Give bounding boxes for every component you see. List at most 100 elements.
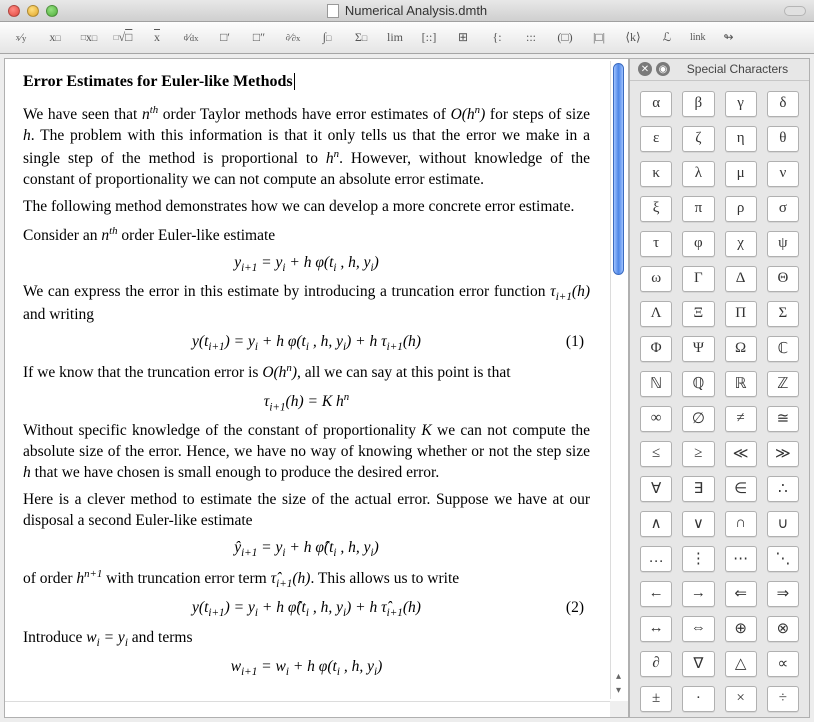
symbol-button[interactable]: δ [767,91,799,117]
piecewise-button[interactable]: {: [486,28,508,48]
vertical-scrollbar[interactable]: ▴ ▾ [610,61,626,699]
symbol-button[interactable]: ∇ [682,651,714,677]
panel-close-icon[interactable]: ✕ [638,62,652,76]
symbol-button[interactable]: ω [640,266,672,292]
symbol-button[interactable]: ⋮ [682,546,714,572]
symbol-button[interactable]: · [682,686,714,712]
symbol-button[interactable]: Δ [725,266,757,292]
symbol-button[interactable]: ψ [767,231,799,257]
symbol-button[interactable]: ξ [640,196,672,222]
symbol-button[interactable]: λ [682,161,714,187]
symbol-button[interactable]: → [682,581,714,607]
symbol-button[interactable]: ≫ [767,441,799,467]
symbol-button[interactable]: π [682,196,714,222]
symbol-button[interactable]: ≠ [725,406,757,432]
symbol-button[interactable]: ∝ [767,651,799,677]
symbol-button[interactable]: ≤ [640,441,672,467]
close-window-button[interactable] [8,5,20,17]
resize-corner[interactable] [610,701,628,717]
symbol-button[interactable]: Φ [640,336,672,362]
root-button[interactable]: □√□ [112,28,134,48]
symbol-button[interactable]: σ [767,196,799,222]
minimize-window-button[interactable] [27,5,39,17]
horizontal-scrollbar[interactable] [5,701,610,717]
symbol-button[interactable]: Ξ [682,301,714,327]
scroll-up-icon[interactable]: ▴ [611,671,626,685]
symbol-button[interactable]: ⇔ [682,616,714,642]
symbol-button[interactable]: ∪ [767,511,799,537]
toolbar-toggle-button[interactable] [784,6,806,16]
subscript-button[interactable]: x□ [44,28,66,48]
paren-button[interactable]: (□) [554,28,576,48]
symbol-button[interactable]: ÷ [767,686,799,712]
symbol-button[interactable]: ⊕ [725,616,757,642]
limit-button[interactable]: lim [384,28,406,48]
symbol-button[interactable]: ≅ [767,406,799,432]
symbol-button[interactable]: ζ [682,126,714,152]
symbol-button[interactable]: μ [725,161,757,187]
matrix-button[interactable]: [::] [418,28,440,48]
symbol-button[interactable]: ∅ [682,406,714,432]
symbol-button[interactable]: Θ [767,266,799,292]
symbol-button[interactable]: ← [640,581,672,607]
prime-button[interactable]: □′ [214,28,236,48]
symbol-button[interactable]: ℂ [767,336,799,362]
symbol-button[interactable]: ∧ [640,511,672,537]
arrow-icon[interactable]: ↬ [718,28,740,48]
superscript-button[interactable]: □x□ [78,28,100,48]
panel-gear-icon[interactable]: ◉ [656,62,670,76]
scroll-down-icon[interactable]: ▾ [611,685,626,699]
table-button[interactable]: ⊞ [452,28,474,48]
symbol-button[interactable]: ℚ [682,371,714,397]
symbol-button[interactable]: φ [682,231,714,257]
symbol-button[interactable]: κ [640,161,672,187]
symbol-button[interactable]: ⋯ [725,546,757,572]
symbol-button[interactable]: ≪ [725,441,757,467]
d-dx-button[interactable]: d⁄dx [180,28,202,48]
symbol-button[interactable]: ⋱ [767,546,799,572]
symbol-button[interactable]: ⇐ [725,581,757,607]
symbol-button[interactable]: ≥ [682,441,714,467]
symbol-button[interactable]: ∴ [767,476,799,502]
symbol-button[interactable]: χ [725,231,757,257]
symbol-button[interactable]: θ [767,126,799,152]
symbol-button[interactable]: τ [640,231,672,257]
partial-button[interactable]: ∂⁄∂x [282,28,304,48]
double-prime-button[interactable]: □″ [248,28,270,48]
symbol-button[interactable]: ρ [725,196,757,222]
angle-button[interactable]: ⟨k⟩ [622,28,644,48]
sum-button[interactable]: Σ□ [350,28,372,48]
symbol-button[interactable]: α [640,91,672,117]
cases-button[interactable]: ::: [520,28,542,48]
symbol-button[interactable]: ℕ [640,371,672,397]
symbol-button[interactable]: Λ [640,301,672,327]
fraction-button[interactable]: x⁄y [10,28,32,48]
symbol-button[interactable]: ∞ [640,406,672,432]
document-content[interactable]: Error Estimates for Euler-like Methods W… [5,59,608,699]
symbol-button[interactable]: ℝ [725,371,757,397]
symbol-button[interactable]: Σ [767,301,799,327]
symbol-button[interactable]: ε [640,126,672,152]
symbol-button[interactable]: △ [725,651,757,677]
link-button[interactable]: link [690,28,706,48]
symbol-button[interactable]: … [640,546,672,572]
symbol-button[interactable]: ∂ [640,651,672,677]
symbol-button[interactable]: ⇒ [767,581,799,607]
symbol-button[interactable]: Ω [725,336,757,362]
overbar-button[interactable]: x [146,28,168,48]
script-button[interactable]: ℒ [656,28,678,48]
symbol-button[interactable]: ± [640,686,672,712]
symbol-button[interactable]: Γ [682,266,714,292]
symbol-button[interactable]: ∨ [682,511,714,537]
symbol-button[interactable]: ∩ [725,511,757,537]
symbol-button[interactable]: ↔ [640,616,672,642]
symbol-button[interactable]: ∈ [725,476,757,502]
symbol-button[interactable]: ∃ [682,476,714,502]
symbol-button[interactable]: η [725,126,757,152]
zoom-window-button[interactable] [46,5,58,17]
symbol-button[interactable]: × [725,686,757,712]
abs-button[interactable]: |□| [588,28,610,48]
symbol-button[interactable]: Ψ [682,336,714,362]
symbol-button[interactable]: ⊗ [767,616,799,642]
symbol-button[interactable]: ν [767,161,799,187]
